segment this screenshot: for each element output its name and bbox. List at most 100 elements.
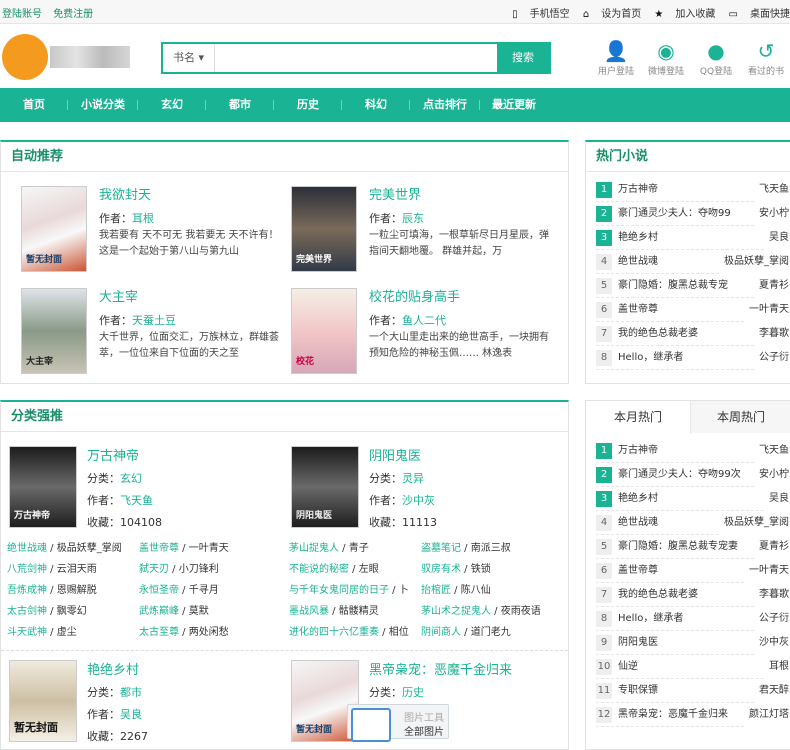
author-link[interactable]: 耳根 [132, 212, 154, 225]
category-link[interactable]: 灵异 [402, 472, 424, 485]
author-link[interactable]: 飘零幻 [57, 606, 87, 617]
book-name[interactable]: 黑帝枭宠：恶魔千金归来 [618, 709, 728, 720]
book-author[interactable]: 吴良 [765, 226, 789, 250]
book-name[interactable]: Hello，继承者 [618, 352, 683, 363]
image-tool-popup[interactable]: 图片工具 全部图片 [347, 704, 449, 742]
qq-login[interactable]: ● QQ登陆 [692, 38, 740, 77]
user-login[interactable]: 👤 用户登陆 [592, 38, 640, 77]
book-name[interactable]: 我的绝色总裁老婆 [618, 328, 698, 339]
book-title[interactable]: 校花的贴身高手 [369, 288, 549, 308]
book-link[interactable]: 太古至尊 [139, 627, 179, 638]
book-name[interactable]: 豪门通灵少夫人：夺吻99次 [618, 469, 741, 480]
book-name[interactable]: 仙逆 [618, 661, 638, 672]
book-link[interactable]: 八荒剑神 [7, 564, 47, 575]
search-input[interactable] [215, 44, 499, 72]
category-link[interactable]: 历史 [402, 686, 424, 699]
list-item[interactable]: 4 绝世战魂 极品妖孽_掌阅 [596, 250, 789, 274]
book-link[interactable]: 永恒圣帝 [139, 585, 179, 596]
author-link[interactable]: 一叶青天 [189, 543, 229, 554]
book-author[interactable]: 颜江灯塔 [745, 703, 789, 727]
book-author[interactable]: 夏青衫 [755, 274, 789, 298]
book-author[interactable]: 极品妖孽_掌阅 [720, 511, 789, 535]
author-link[interactable]: 飞天鱼 [120, 494, 153, 507]
book-link[interactable]: 盗墓笔记 [421, 543, 461, 554]
nav-lishi[interactable]: 历史 [274, 88, 342, 122]
weibo-login[interactable]: ◉ 微博登陆 [642, 38, 690, 77]
book-name[interactable]: 豪门隐婚：腹黑总裁专宠 [618, 280, 728, 291]
list-item[interactable]: 7 我的绝色总裁老婆 李暮歌 [596, 322, 789, 346]
book-name[interactable]: 盖世帝尊 [618, 565, 658, 576]
category-link[interactable]: 都市 [120, 686, 142, 699]
book-author[interactable]: 夏青衫 [755, 535, 789, 559]
book-link[interactable]: 太古剑神 [7, 606, 47, 617]
author-link[interactable]: 云泪天雨 [57, 564, 97, 575]
book-author[interactable]: 公子衍 [755, 607, 789, 631]
author-link[interactable]: 两处闲愁 [189, 627, 229, 638]
author-link[interactable]: 恩赐解脱 [57, 585, 97, 596]
book-name[interactable]: 艳绝乡村 [618, 232, 658, 243]
search-type-select[interactable]: 书名 ▾ [163, 44, 215, 72]
book-author[interactable]: 一叶青天 [745, 559, 789, 583]
book-link[interactable]: 武炼巅峰 [139, 606, 179, 617]
book-link[interactable]: 弑天刃 [139, 564, 169, 575]
book-cover[interactable]: 大主宰 [21, 288, 87, 374]
book-name[interactable]: 豪门隐婚：腹黑总裁专宠妻 [618, 541, 738, 552]
author-link[interactable]: 夜雨夜语 [501, 606, 541, 617]
list-item[interactable]: 7 我的绝色总裁老婆 李暮歌 [596, 583, 789, 607]
book-author[interactable]: 安小柠 [755, 463, 789, 487]
book-author[interactable]: 公子衍 [755, 346, 789, 370]
nav-ranking[interactable]: 点击排行 [410, 88, 480, 122]
book-title[interactable]: 我欲封天 [99, 186, 279, 206]
list-item[interactable]: 11 专职保镖 君天醉 [596, 679, 789, 703]
list-item[interactable]: 9 阴阳鬼医 沙中灰 [596, 631, 789, 655]
book-author[interactable]: 耳根 [765, 655, 789, 679]
list-item[interactable]: 10 仙逆 耳根 [596, 655, 789, 679]
book-title[interactable]: 大主宰 [99, 288, 279, 308]
author-link[interactable]: 沙中灰 [402, 494, 435, 507]
author-link[interactable]: 陈八仙 [461, 585, 491, 596]
book-link[interactable]: 抬棺匠 [421, 585, 451, 596]
author-link[interactable]: 青子 [349, 543, 369, 554]
book-name[interactable]: 专职保镖 [618, 685, 658, 696]
author-link[interactable]: 莫默 [189, 606, 209, 617]
book-name[interactable]: 艳绝乡村 [618, 493, 658, 504]
mobile-link[interactable]: ▯ 手机悟空 [512, 9, 570, 20]
nav-home[interactable]: 首页 [0, 88, 68, 122]
author-link[interactable]: 骷髅精灵 [339, 606, 379, 617]
search-button[interactable]: 搜索 [497, 44, 549, 72]
book-link[interactable]: 吾炼成神 [7, 585, 47, 596]
list-item[interactable]: 1 万古神帝 飞天鱼 [596, 439, 789, 463]
list-item[interactable]: 3 艳绝乡村 吴良 [596, 226, 789, 250]
author-link[interactable]: 卜 [399, 585, 409, 596]
list-item[interactable]: 8 Hello，继承者 公子衍 [596, 346, 789, 370]
nav-latest[interactable]: 最近更新 [480, 88, 548, 122]
add-favorite-link[interactable]: ★ 加入收藏 [654, 9, 715, 20]
list-item[interactable]: 2 豪门通灵少夫人：夺吻99次 安小柠 [596, 463, 789, 487]
book-cover[interactable]: 暂无封面 [21, 186, 87, 272]
book-title[interactable]: 完美世界 [369, 186, 549, 206]
nav-kehuan[interactable]: 科幻 [342, 88, 410, 122]
site-logo[interactable] [2, 32, 132, 82]
list-item[interactable]: 2 豪门通灵少夫人：夺吻99 安小柠 [596, 202, 789, 226]
book-author[interactable]: 飞天鱼 [755, 178, 789, 202]
book-cover[interactable]: 阴阳鬼医 [291, 446, 359, 528]
book-link[interactable]: 斗天武神 [7, 627, 47, 638]
book-author[interactable]: 君天醉 [755, 679, 789, 703]
list-item[interactable]: 5 豪门隐婚：腹黑总裁专宠 夏青衫 [596, 274, 789, 298]
book-name[interactable]: 我的绝色总裁老婆 [618, 589, 698, 600]
book-cover[interactable]: 暂无封面 [9, 660, 77, 742]
list-item[interactable]: 5 豪门隐婚：腹黑总裁专宠妻 夏青衫 [596, 535, 789, 559]
book-name[interactable]: 万古神帝 [618, 445, 658, 456]
book-name[interactable]: 盖世帝尊 [618, 304, 658, 315]
rec-card[interactable]: 校花 校花的贴身高手 作者：鱼人二代 一个大山里走出来的绝世高手，一块拥有预知危… [281, 288, 549, 383]
list-item[interactable]: 12 黑帝枭宠：恶魔千金归来 颜江灯塔 [596, 703, 789, 727]
book-name[interactable]: 豪门通灵少夫人：夺吻99 [618, 208, 731, 219]
book-author[interactable]: 极品妖孽_掌阅 [720, 250, 789, 274]
list-item[interactable]: 6 盖世帝尊 一叶青天 [596, 298, 789, 322]
book-name[interactable]: 绝世战魂 [618, 517, 658, 528]
book-name[interactable]: Hello，继承者 [618, 613, 683, 624]
author-link[interactable]: 吴良 [120, 708, 142, 721]
book-cover[interactable]: 校花 [291, 288, 357, 374]
book-author[interactable]: 一叶青天 [745, 298, 789, 322]
book-link[interactable]: 盖世帝尊 [139, 543, 179, 554]
